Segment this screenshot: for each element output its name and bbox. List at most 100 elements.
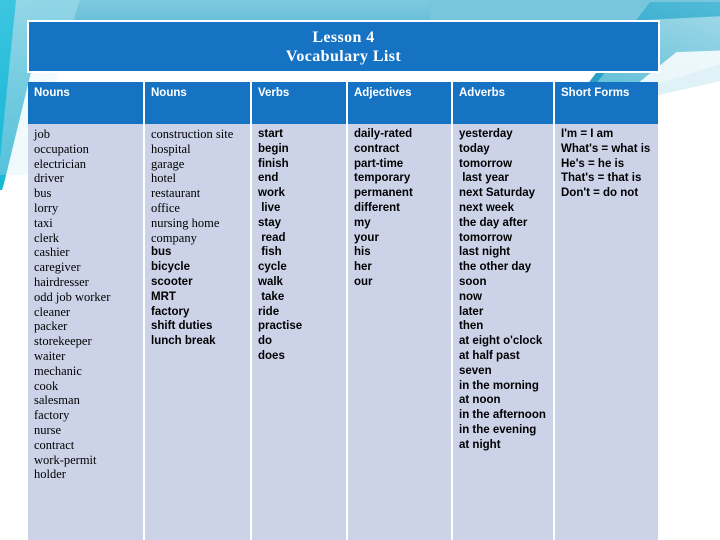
vocabulary-word: garage (151, 156, 185, 171)
vocabulary-word: cook (34, 378, 59, 393)
vocabulary-word: cycle (258, 261, 287, 274)
table-cell-nouns-2: construction site hospital garage hotel rest… (145, 124, 252, 540)
vocabulary-word: soon (459, 275, 487, 288)
vocabulary-word: next week (459, 201, 514, 214)
vocabulary-word: last year (459, 172, 509, 185)
table-header-row: Nouns Nouns Verbs Adjectives Adverbs Sho… (28, 82, 658, 124)
vocabulary-word: hospital (151, 141, 191, 156)
vocabulary-word: lorry (34, 200, 59, 215)
vocabulary-word: bus (151, 246, 172, 259)
vocabulary-word: start (258, 128, 283, 140)
vocabulary-word: cleaner (34, 304, 71, 319)
column-header-adjectives: Adjectives (348, 82, 453, 124)
vocabulary-word: daily-rated (354, 128, 413, 140)
vocabulary-word: work (258, 187, 285, 200)
vocabulary-word: odd job worker (34, 289, 111, 304)
title-line-2: Vocabulary List (285, 47, 402, 65)
vocabulary-word: work-permit (34, 452, 97, 467)
vocabulary-word: driver (34, 171, 64, 186)
vocabulary-word: live (258, 201, 281, 214)
vocabulary-word: the day after (459, 216, 528, 229)
word-list-nouns-2: construction site hospital garage hotel rest… (151, 127, 250, 349)
vocabulary-word: her (354, 261, 372, 274)
top-band-decor (0, 0, 720, 22)
vocabulary-word: holder (34, 467, 66, 482)
word-list-nouns-1: job occupation electrician driver bus lorry ta… (34, 127, 143, 482)
vocabulary-word: different (354, 201, 400, 214)
vocabulary-word: at half past (459, 349, 520, 362)
vocabulary-word: today (459, 142, 490, 155)
column-header-short-forms: Short Forms (555, 82, 658, 124)
table-cell-verbs: start begin finish end work live stay read fi… (252, 124, 348, 540)
vocabulary-word: What's = what is (561, 142, 651, 155)
vocabulary-word: begin (258, 142, 289, 155)
vocabulary-word: scooter (151, 275, 193, 288)
table-cell-adjectives: daily-rated contract part-time temporary per… (348, 124, 453, 540)
vocabulary-word: That's = that is (561, 172, 642, 185)
vocabulary-word: bus (34, 186, 52, 201)
vocabulary-word: hotel (151, 171, 176, 186)
vocabulary-word: permanent (354, 187, 413, 200)
vocabulary-word: nursing home (151, 215, 220, 230)
vocabulary-word: next Saturday (459, 187, 536, 200)
word-list-adjectives: daily-rated contract part-time temporary per… (354, 127, 451, 290)
word-list-short-forms: I'm = I am What's = what is He's = he is Th… (561, 127, 658, 201)
vocabulary-word: read (258, 231, 286, 244)
vocabulary-word: part-time (354, 157, 404, 170)
word-list-verbs: start begin finish end work live stay read fi… (258, 127, 346, 364)
vocabulary-word: take (258, 290, 285, 303)
vocabulary-word: seven (459, 364, 492, 377)
vocabulary-word: tomorrow (459, 157, 513, 170)
vocabulary-word: walk (258, 275, 283, 288)
vocabulary-word: does (258, 349, 285, 362)
vocabulary-word: then (459, 320, 484, 333)
vocabulary-word: now (459, 290, 482, 303)
vocabulary-word: salesman (34, 393, 80, 408)
vocabulary-word: bicycle (151, 261, 190, 274)
vocabulary-word: ride (258, 305, 280, 318)
vocabulary-word: taxi (34, 215, 53, 230)
vocabulary-word: in the morning (459, 379, 539, 392)
vocabulary-word: later (459, 305, 484, 318)
vocabulary-word: I'm = I am (561, 128, 614, 140)
slide-title-banner: Lesson 4 Vocabulary List (27, 20, 660, 73)
vocabulary-word: practise (258, 320, 303, 333)
word-list-adverbs: yesterday today tomorrow last year next Sat… (459, 127, 553, 453)
vocabulary-word: clerk (34, 230, 59, 245)
vocabulary-word: end (258, 172, 279, 185)
table-cell-nouns-1: job occupation electrician driver bus lorry ta… (28, 124, 145, 540)
vocabulary-word: in the afternoon (459, 409, 546, 422)
vocabulary-word: do (258, 335, 273, 348)
vocabulary-table: Nouns Nouns Verbs Adjectives Adverbs Sho… (28, 82, 658, 540)
vocabulary-word: construction site (151, 127, 234, 141)
vocabulary-word: stay (258, 216, 282, 229)
table-cell-adverbs: yesterday today tomorrow last year next Sat… (453, 124, 555, 540)
vocabulary-word: fish (258, 246, 282, 259)
title-line-1: Lesson 4 (312, 28, 375, 46)
vocabulary-word: his (354, 246, 371, 259)
vocabulary-word: Don't = do not (561, 187, 639, 200)
vocabulary-word: the other day (459, 261, 532, 274)
vocabulary-word: MRT (151, 290, 176, 303)
vocabulary-word: finish (258, 157, 289, 170)
table-cell-short-forms: I'm = I am What's = what is He's = he is Th… (555, 124, 658, 540)
vocabulary-word: my (354, 216, 371, 229)
vocabulary-word: nurse (34, 422, 62, 437)
vocabulary-word: at noon (459, 394, 501, 407)
vocabulary-word: He's = he is (561, 157, 625, 170)
vocabulary-word: hairdresser (34, 274, 89, 289)
vocabulary-word: our (354, 275, 373, 288)
vocabulary-word: shift duties (151, 320, 213, 333)
vocabulary-word: cashier (34, 245, 70, 260)
vocabulary-word: mechanic (34, 363, 82, 378)
vocabulary-word: contract (354, 142, 400, 155)
vocabulary-word: factory (34, 408, 70, 423)
column-header-verbs: Verbs (252, 82, 348, 124)
vocabulary-word: electrician (34, 156, 87, 171)
vocabulary-word: lunch break (151, 335, 216, 348)
vocabulary-word: job (34, 127, 50, 141)
vocabulary-word: yesterday (459, 128, 513, 140)
vocabulary-word: packer (34, 319, 68, 334)
column-header-nouns-1: Nouns (28, 82, 145, 124)
vocabulary-word: company (151, 230, 197, 245)
